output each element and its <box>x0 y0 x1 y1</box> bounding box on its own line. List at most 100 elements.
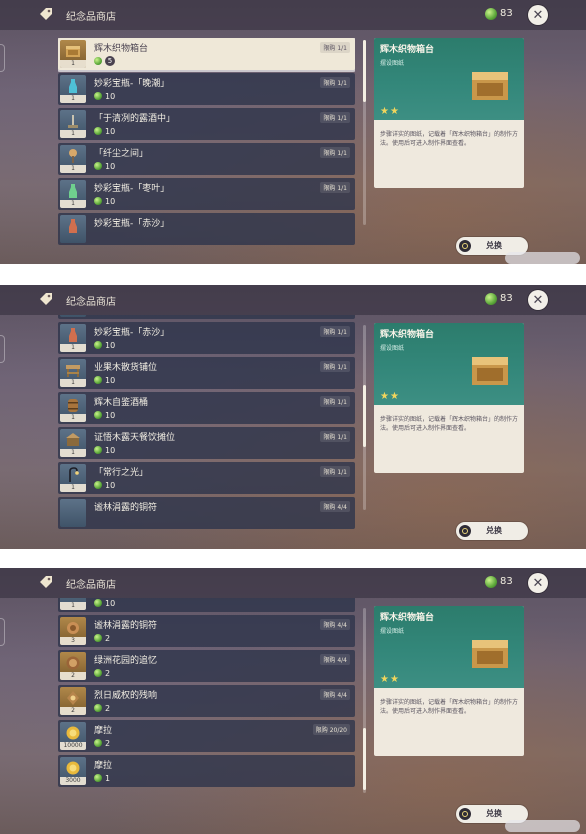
close-button[interactable]: ✕ <box>528 573 548 593</box>
list-item[interactable]: 谧林涓露的铜符 限购 4/4 <box>58 497 355 529</box>
confirm-icon <box>459 240 471 252</box>
stall-icon <box>66 433 80 446</box>
currency-icon <box>94 739 102 747</box>
wooden-chest-icon <box>472 357 508 385</box>
currency-icon <box>94 634 102 642</box>
list-scrollbar[interactable] <box>363 608 366 793</box>
list-scrollbar[interactable] <box>363 325 366 510</box>
item-thumbnail: 3000 <box>60 757 86 785</box>
item-name: 妙彩宝瓶-「晚潮」 <box>94 79 170 89</box>
detail-description: 步骤详实的图纸，记载着「辉木织物箱台」的制作方法。使用后可进入制作界面查看。 <box>380 131 519 147</box>
item-thumbnail: 1 <box>60 180 86 208</box>
currency-icon <box>94 162 102 170</box>
vase-icon <box>69 79 77 93</box>
rarity-stars: ★★ <box>380 674 400 685</box>
exchange-button[interactable]: 兑换 <box>456 522 528 540</box>
lamp-post-icon <box>69 467 79 482</box>
item-thumbnail: 10000 <box>60 722 86 750</box>
list-item[interactable]: 1 辉木织物箱台 5 限购 1/1 <box>58 38 355 70</box>
detail-title: 辉木织物箱台 <box>380 45 435 55</box>
blur-mark <box>505 252 580 264</box>
item-quantity: 2 <box>60 707 86 715</box>
list-item[interactable]: 1 妙彩宝瓶-「赤沙」 10 限购 1/1 <box>58 322 355 354</box>
shop-tag-icon <box>40 293 52 305</box>
detail-type: 摆设图纸 <box>380 628 405 635</box>
currency-icon <box>485 576 497 588</box>
currency-icon <box>94 376 102 384</box>
list-item[interactable] <box>58 315 355 319</box>
list-item[interactable]: 1 妙彩宝瓶-「晚潮」 10 限购 1/1 <box>58 73 355 105</box>
item-quantity: 1 <box>60 484 86 492</box>
close-icon: ✕ <box>532 575 544 591</box>
detail-type: 摆设图纸 <box>380 345 405 352</box>
detail-title: 辉木织物箱台 <box>380 613 435 623</box>
item-price: 2 <box>94 738 110 748</box>
shop-title: 纪念品商店 <box>66 297 116 308</box>
scrollbar-thumb[interactable] <box>363 728 366 790</box>
list-item[interactable]: 3000 摩拉 1 <box>58 755 355 787</box>
item-name: 绿洲花园的追忆 <box>94 656 158 666</box>
list-item[interactable]: 1 「于清冽的露酒中」 10 限购 1/1 <box>58 108 355 140</box>
item-thumbnail: 1 <box>60 40 86 68</box>
list-item[interactable]: 1 辉木自鉴酒桶 10 限购 1/1 <box>58 392 355 424</box>
item-name: 辉木自鉴酒桶 <box>94 398 149 408</box>
shop-tag-icon <box>40 576 52 588</box>
item-quantity: 3000 <box>60 777 86 785</box>
decor-icon <box>68 115 78 128</box>
list-item[interactable]: 1 妙彩宝瓶-「枣叶」 10 限购 1/1 <box>58 178 355 210</box>
list-item[interactable]: 1 「常行之光」 10 限购 1/1 <box>58 462 355 494</box>
item-detail-card: 辉木织物箱台 摆设图纸 ★★ 步骤详实的图纸，记载着「辉木织物箱台」的制作方法。… <box>374 606 524 756</box>
item-thumbnail: 1 <box>60 394 86 422</box>
purchase-limit: 限购 1/1 <box>320 431 350 442</box>
scrollbar-thumb[interactable] <box>363 40 366 102</box>
item-quantity: 1 <box>60 602 86 610</box>
item-quantity: 1 <box>60 449 86 457</box>
list-item[interactable]: 2 绿洲花园的追忆 2 限购 4/4 <box>58 650 355 682</box>
currency-count: 83 <box>500 8 513 19</box>
purchase-limit: 限购 4/4 <box>320 619 350 630</box>
item-price: 10 <box>94 598 115 608</box>
list-item[interactable]: 妙彩宝瓶-「赤沙」 <box>58 213 355 245</box>
close-button[interactable]: ✕ <box>528 5 548 25</box>
purchase-limit: 限购 20/20 <box>312 724 350 735</box>
item-detail-card: 辉木织物箱台 摆设图纸 ★★ 步骤详实的图纸，记载着「辉木织物箱台」的制作方法。… <box>374 323 524 473</box>
detail-header: 辉木织物箱台 摆设图纸 ★★ <box>374 606 524 688</box>
item-quantity: 10000 <box>60 742 86 750</box>
vase-icon <box>69 184 77 198</box>
shop-panel-1: 纪念品商店 83 ✕ 1 辉木织物箱台 5 限购 1/1 1 妙彩宝瓶-「晚潮」… <box>0 0 586 264</box>
list-item[interactable]: 3 谧林涓露的铜符 2 限购 4/4 <box>58 615 355 647</box>
item-price: 10 <box>94 340 115 350</box>
list-item[interactable]: 1 业果木散货铺位 10 限购 1/1 <box>58 357 355 389</box>
barrel-icon <box>68 399 78 412</box>
list-item[interactable]: 1 证悟木露天餐饮摊位 10 限购 1/1 <box>58 427 355 459</box>
close-button[interactable]: ✕ <box>528 290 548 310</box>
detail-title: 辉木织物箱台 <box>380 330 435 340</box>
wooden-chest-icon <box>472 72 508 100</box>
list-item[interactable]: 10000 摩拉 2 限购 20/20 <box>58 720 355 752</box>
purchase-limit: 限购 1/1 <box>320 182 350 193</box>
left-side-tab[interactable] <box>0 44 5 72</box>
item-list: 1 10 3 谧林涓露的铜符 2 限购 4/4 2 绿洲花园的追忆 2 限购 4… <box>58 598 355 834</box>
item-name: 证悟木露天餐饮摊位 <box>94 433 176 443</box>
item-price: 10 <box>94 375 115 385</box>
item-name: 谧林涓露的铜符 <box>94 621 158 631</box>
item-name: 谧林涓露的铜符 <box>94 503 158 513</box>
detail-header: 辉木织物箱台 摆设图纸 ★★ <box>374 38 524 120</box>
scrollbar-thumb[interactable] <box>363 385 366 447</box>
left-side-tab[interactable] <box>0 618 5 646</box>
list-item[interactable]: 1 「纤尘之间」 10 限购 1/1 <box>58 143 355 175</box>
currency-icon <box>94 481 102 489</box>
item-thumbnail <box>60 499 86 527</box>
list-item[interactable]: 1 10 <box>58 598 355 612</box>
rarity-stars: ★★ <box>380 106 400 117</box>
item-list: 1 辉木织物箱台 5 限购 1/1 1 妙彩宝瓶-「晚潮」 10 限购 1/1 … <box>58 38 355 264</box>
item-quantity: 1 <box>60 60 86 68</box>
list-scrollbar[interactable] <box>363 40 366 225</box>
list-item[interactable]: 2 烈日威权的残响 2 限购 4/4 <box>58 685 355 717</box>
detail-description: 步骤详实的图纸，记载着「辉木织物箱台」的制作方法。使用后可进入制作界面查看。 <box>380 416 519 432</box>
lamp-icon <box>69 149 77 163</box>
left-side-tab[interactable] <box>0 335 5 363</box>
purchase-limit: 限购 1/1 <box>320 112 350 123</box>
item-name: 妙彩宝瓶-「赤沙」 <box>94 219 170 229</box>
blur-mark <box>505 820 580 832</box>
